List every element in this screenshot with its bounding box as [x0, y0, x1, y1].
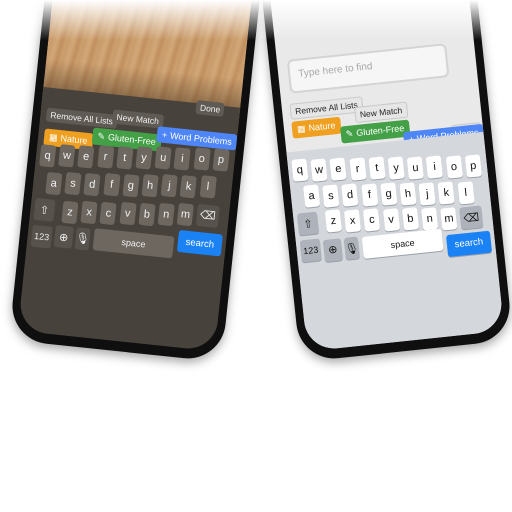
key-y[interactable]: y — [135, 146, 153, 170]
key-d[interactable]: d — [341, 183, 359, 207]
key-u[interactable]: u — [406, 155, 425, 180]
key-l[interactable]: l — [199, 175, 217, 199]
search-key[interactable]: search — [445, 230, 492, 257]
edit-icon: ✎ — [96, 130, 106, 142]
search-input[interactable]: Type here to find — [286, 43, 450, 94]
key-k[interactable]: k — [437, 181, 456, 205]
globe-icon[interactable]: ⊕ — [53, 225, 74, 250]
remove-all-lists-button[interactable]: Remove All Lists — [289, 96, 364, 120]
key-b[interactable]: b — [401, 207, 420, 231]
key-r[interactable]: r — [349, 157, 367, 181]
key-s[interactable]: s — [322, 183, 340, 208]
key-m[interactable]: m — [440, 206, 458, 231]
key-w[interactable]: w — [58, 144, 76, 168]
key-i[interactable]: i — [426, 155, 444, 179]
key-f[interactable]: f — [102, 173, 121, 197]
numbers-key[interactable]: 123 — [299, 238, 322, 263]
key-a[interactable]: a — [303, 184, 321, 208]
key-e[interactable]: e — [77, 144, 95, 169]
key-a[interactable]: a — [45, 171, 63, 196]
delete-icon[interactable]: ⌫ — [459, 205, 484, 230]
tag-label: Gluten-Free — [107, 132, 157, 148]
done-button[interactable]: Done — [195, 100, 225, 118]
key-c[interactable]: c — [363, 208, 381, 232]
key-g[interactable]: g — [380, 182, 398, 207]
key-z[interactable]: z — [324, 209, 342, 233]
phone-dark: Done Remove All Lists New Match ▦ Nature … — [8, 0, 262, 363]
key-x[interactable]: x — [344, 208, 362, 233]
tag-nature[interactable]: ▦ Nature — [291, 116, 342, 139]
key-u[interactable]: u — [154, 146, 172, 171]
key-e[interactable]: e — [329, 157, 347, 182]
key-b[interactable]: b — [138, 202, 156, 226]
key-o[interactable]: o — [445, 155, 463, 179]
key-y[interactable]: y — [387, 156, 405, 180]
key-m[interactable]: m — [176, 203, 195, 227]
key-j[interactable]: j — [418, 181, 436, 206]
tag-label: Gluten-Free — [355, 123, 405, 139]
key-q[interactable]: q — [291, 158, 309, 182]
key-v[interactable]: v — [119, 201, 137, 226]
key-n[interactable]: n — [421, 207, 439, 231]
phone-light: Type here to find Remove All Lists New M… — [260, 0, 512, 363]
stage: Done Remove All Lists New Match ▦ Nature … — [0, 0, 512, 512]
edit-icon: ✎ — [345, 128, 354, 140]
globe-icon[interactable]: ⊕ — [322, 237, 343, 262]
key-l[interactable]: l — [457, 181, 475, 205]
microphone-icon[interactable]: 🎙 — [343, 236, 360, 261]
grid-icon: ▦ — [296, 123, 307, 135]
tag-label: Word Problems — [169, 130, 233, 147]
microphone-icon[interactable]: 🎙 — [74, 226, 91, 251]
key-i[interactable]: i — [173, 147, 192, 171]
key-c[interactable]: c — [99, 201, 117, 226]
key-o[interactable]: o — [193, 147, 211, 171]
key-q[interactable]: q — [39, 144, 57, 168]
key-j[interactable]: j — [160, 174, 178, 198]
key-r[interactable]: r — [96, 145, 115, 169]
tag-label: Nature — [308, 120, 336, 133]
key-v[interactable]: v — [382, 207, 400, 232]
key-g[interactable]: g — [122, 173, 140, 198]
key-p[interactable]: p — [212, 147, 230, 172]
key-p[interactable]: p — [464, 154, 482, 179]
key-d[interactable]: d — [83, 172, 101, 197]
key-w[interactable]: w — [310, 158, 328, 182]
key-z[interactable]: z — [61, 200, 79, 225]
grid-icon: ▦ — [48, 131, 59, 143]
shift-icon[interactable]: ⇧ — [296, 211, 320, 236]
key-t[interactable]: t — [116, 145, 134, 170]
key-k[interactable]: k — [180, 174, 198, 199]
key-x[interactable]: x — [80, 201, 98, 225]
key-s[interactable]: s — [64, 172, 82, 196]
key-f[interactable]: f — [360, 183, 379, 207]
dark-screen: Done Remove All Lists New Match ▦ Nature … — [17, 0, 254, 352]
delete-icon[interactable]: ⌫ — [195, 203, 220, 228]
plus-icon: + — [161, 129, 168, 141]
key-h[interactable]: h — [399, 182, 417, 206]
shift-icon[interactable]: ⇧ — [33, 197, 56, 222]
numbers-key[interactable]: 123 — [30, 224, 53, 249]
key-t[interactable]: t — [368, 156, 386, 181]
top-fade — [0, 0, 512, 40]
key-h[interactable]: h — [141, 173, 159, 198]
key-n[interactable]: n — [157, 202, 175, 227]
light-screen: Type here to find Remove All Lists New M… — [268, 0, 505, 352]
